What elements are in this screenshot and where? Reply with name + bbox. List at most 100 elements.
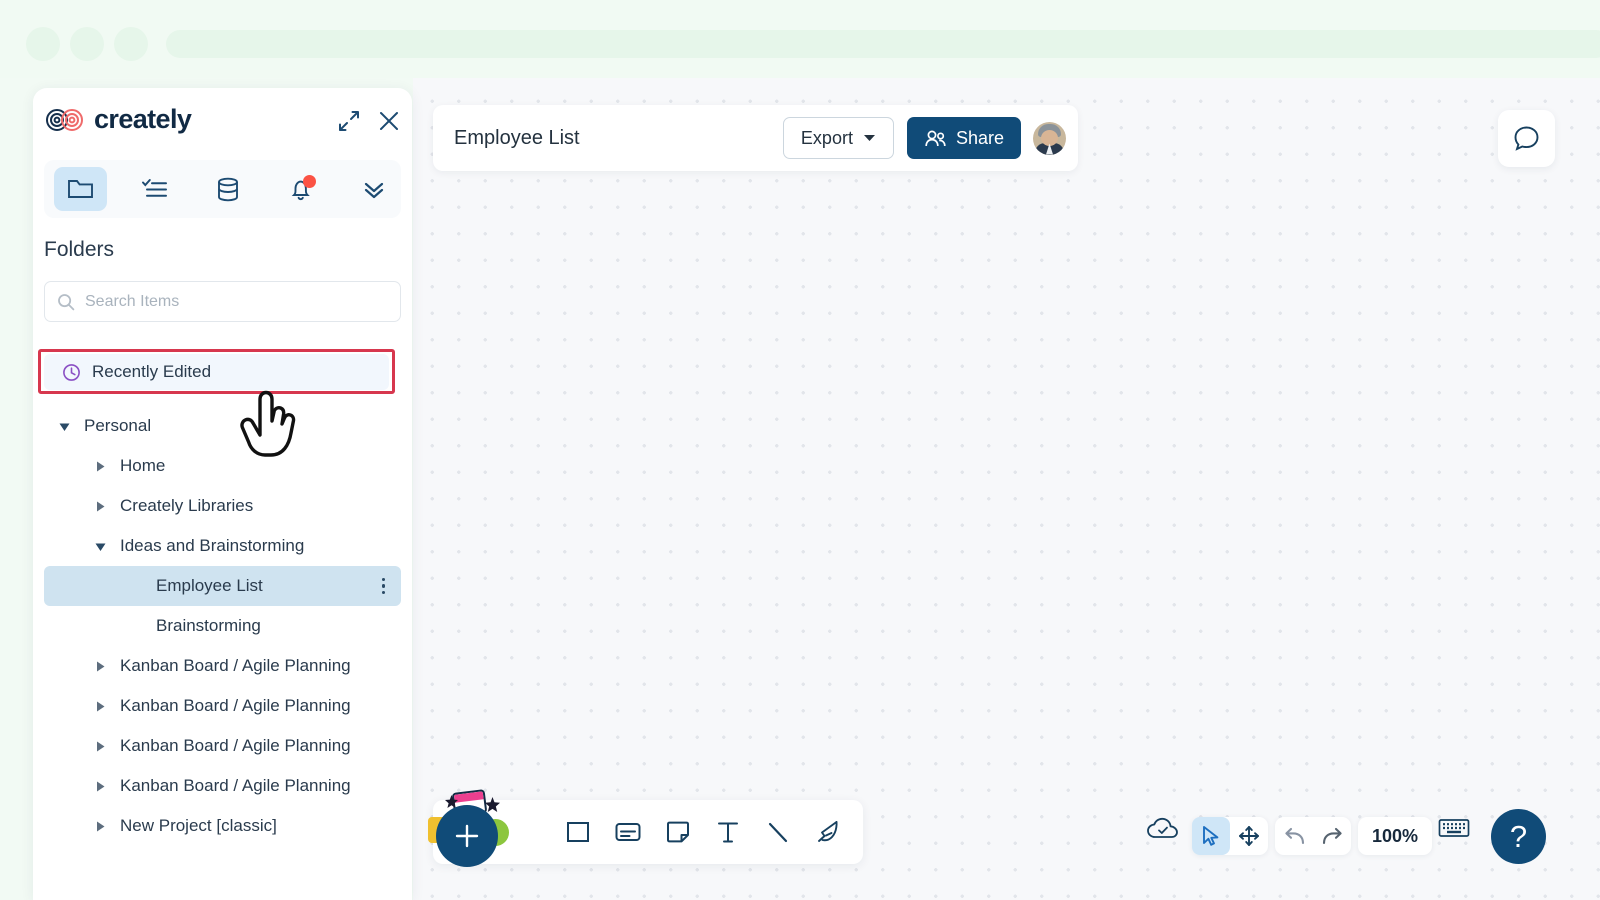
tool-line[interactable] — [753, 807, 803, 857]
redo-icon — [1322, 827, 1342, 844]
search-input[interactable] — [85, 292, 365, 311]
tool-card[interactable] — [603, 807, 653, 857]
caret-right-icon[interactable] — [94, 460, 107, 473]
undo-icon — [1284, 827, 1304, 844]
search-box[interactable] — [44, 281, 401, 322]
tree-item[interactable]: Home — [44, 446, 401, 486]
tree-item-label: Personal — [84, 416, 152, 435]
window-dot-maximize[interactable] — [114, 27, 148, 61]
move-arrows-icon — [1239, 826, 1259, 846]
cursor-arrow-icon — [1203, 826, 1219, 846]
caret-spacer — [130, 620, 143, 633]
pen-icon — [817, 820, 838, 842]
caret-right-icon[interactable] — [94, 780, 107, 793]
undo-button[interactable] — [1275, 817, 1313, 855]
decor-card-header — [453, 791, 484, 803]
tab-folders[interactable] — [54, 167, 108, 211]
panel-tabbar — [44, 160, 401, 218]
comments-button[interactable] — [1498, 110, 1555, 167]
caret-down-icon[interactable] — [58, 420, 71, 433]
avatar-face — [1041, 129, 1058, 146]
tree-item[interactable]: Kanban Board / Agile Planning — [44, 726, 401, 766]
share-button[interactable]: Share — [906, 117, 1021, 159]
tool-text[interactable] — [703, 807, 753, 857]
folder-tree: Personal Home Creately Libraries Ideas and … — [44, 406, 401, 846]
caret-right-icon[interactable] — [94, 740, 107, 753]
keyboard-icon — [1438, 819, 1470, 837]
caret-right-icon[interactable] — [94, 660, 107, 673]
save-status[interactable] — [1146, 817, 1180, 843]
line-icon — [768, 822, 788, 843]
redo-button[interactable] — [1313, 817, 1351, 855]
caret-right-icon[interactable] — [94, 700, 107, 713]
tree-item[interactable]: New Project [classic] — [44, 806, 401, 846]
panel-header: creately — [33, 88, 412, 158]
tree-item[interactable]: Brainstorming — [44, 606, 401, 646]
export-button[interactable]: Export — [782, 117, 894, 159]
tree-item[interactable]: Personal — [44, 406, 401, 446]
caret-down-icon[interactable] — [94, 540, 107, 553]
folder-icon — [68, 180, 94, 198]
database-icon — [217, 177, 238, 201]
share-label: Share — [955, 127, 1004, 148]
pan-tool-button[interactable] — [1230, 817, 1268, 855]
tab-more[interactable] — [348, 167, 401, 211]
zoom-group: 100% — [1358, 817, 1433, 855]
address-bar[interactable] — [166, 30, 1600, 58]
zoom-level-label[interactable]: 100% — [1358, 826, 1432, 847]
history-group — [1275, 817, 1351, 855]
tree-item-label: Employee List — [156, 576, 263, 595]
help-button[interactable]: ? — [1491, 809, 1546, 864]
caret-right-icon[interactable] — [94, 820, 107, 833]
tree-item[interactable]: Creately Libraries — [44, 486, 401, 526]
brand-logo[interactable]: creately — [44, 104, 192, 135]
caret-spacer — [130, 580, 143, 593]
creately-logo-icon — [46, 108, 83, 131]
avatar[interactable] — [1033, 121, 1066, 155]
tab-notifications[interactable] — [274, 167, 327, 211]
caret-right-icon[interactable] — [94, 500, 107, 513]
tree-item[interactable]: Kanban Board / Agile Planning — [44, 686, 401, 726]
text-icon — [718, 822, 738, 842]
clock-icon — [63, 363, 80, 381]
add-shape-fab-group — [425, 782, 525, 882]
tool-freehand[interactable] — [803, 807, 853, 857]
tree-item-label: Kanban Board / Agile Planning — [120, 696, 351, 715]
card-icon — [615, 823, 641, 841]
tree-item-label: Kanban Board / Agile Planning — [120, 776, 351, 795]
tree-item[interactable]: Ideas and Brainstorming — [44, 526, 401, 566]
people-icon — [925, 130, 946, 146]
recently-edited-label: Recently Edited — [92, 362, 212, 381]
tab-tasks[interactable] — [127, 167, 180, 211]
search-icon — [58, 293, 75, 310]
tree-item[interactable]: Kanban Board / Agile Planning — [44, 646, 401, 686]
tab-database[interactable] — [201, 167, 254, 211]
tree-item-menu-icon[interactable] — [381, 577, 385, 595]
tree-item-label: Kanban Board / Agile Planning — [120, 736, 351, 755]
tree-item-label: Brainstorming — [156, 616, 261, 635]
tool-note[interactable] — [653, 807, 703, 857]
tool-rectangle[interactable] — [553, 807, 603, 857]
rectangle-icon — [567, 822, 589, 842]
browser-chrome — [0, 0, 1600, 78]
add-shape-button[interactable] — [436, 805, 498, 867]
tree-item[interactable]: Kanban Board / Agile Planning — [44, 766, 401, 806]
plus-icon — [455, 824, 479, 848]
double-chevron-down-icon — [365, 182, 384, 199]
export-label: Export — [800, 127, 853, 148]
close-icon[interactable] — [378, 110, 400, 132]
brand-name: creately — [94, 104, 192, 134]
select-tool-button[interactable] — [1192, 817, 1230, 855]
app-root: Employee List Export Share creately Fold… — [0, 0, 1600, 900]
chat-bubble-icon — [1514, 126, 1539, 151]
expand-arrows-icon[interactable] — [338, 110, 360, 132]
left-panel: creately Folders Search Items Recently E… — [33, 88, 412, 900]
document-header: Employee List Export Share — [433, 105, 1078, 171]
diagram-canvas[interactable] — [413, 78, 1600, 900]
tree-item[interactable]: Employee List — [44, 566, 401, 606]
tree-item-label: New Project [classic] — [120, 816, 277, 835]
window-dot-minimize[interactable] — [70, 27, 104, 61]
recently-edited-item[interactable]: Recently Edited — [44, 354, 389, 390]
keyboard-shortcuts-button[interactable] — [1438, 817, 1470, 839]
window-dot-close[interactable] — [26, 27, 60, 61]
